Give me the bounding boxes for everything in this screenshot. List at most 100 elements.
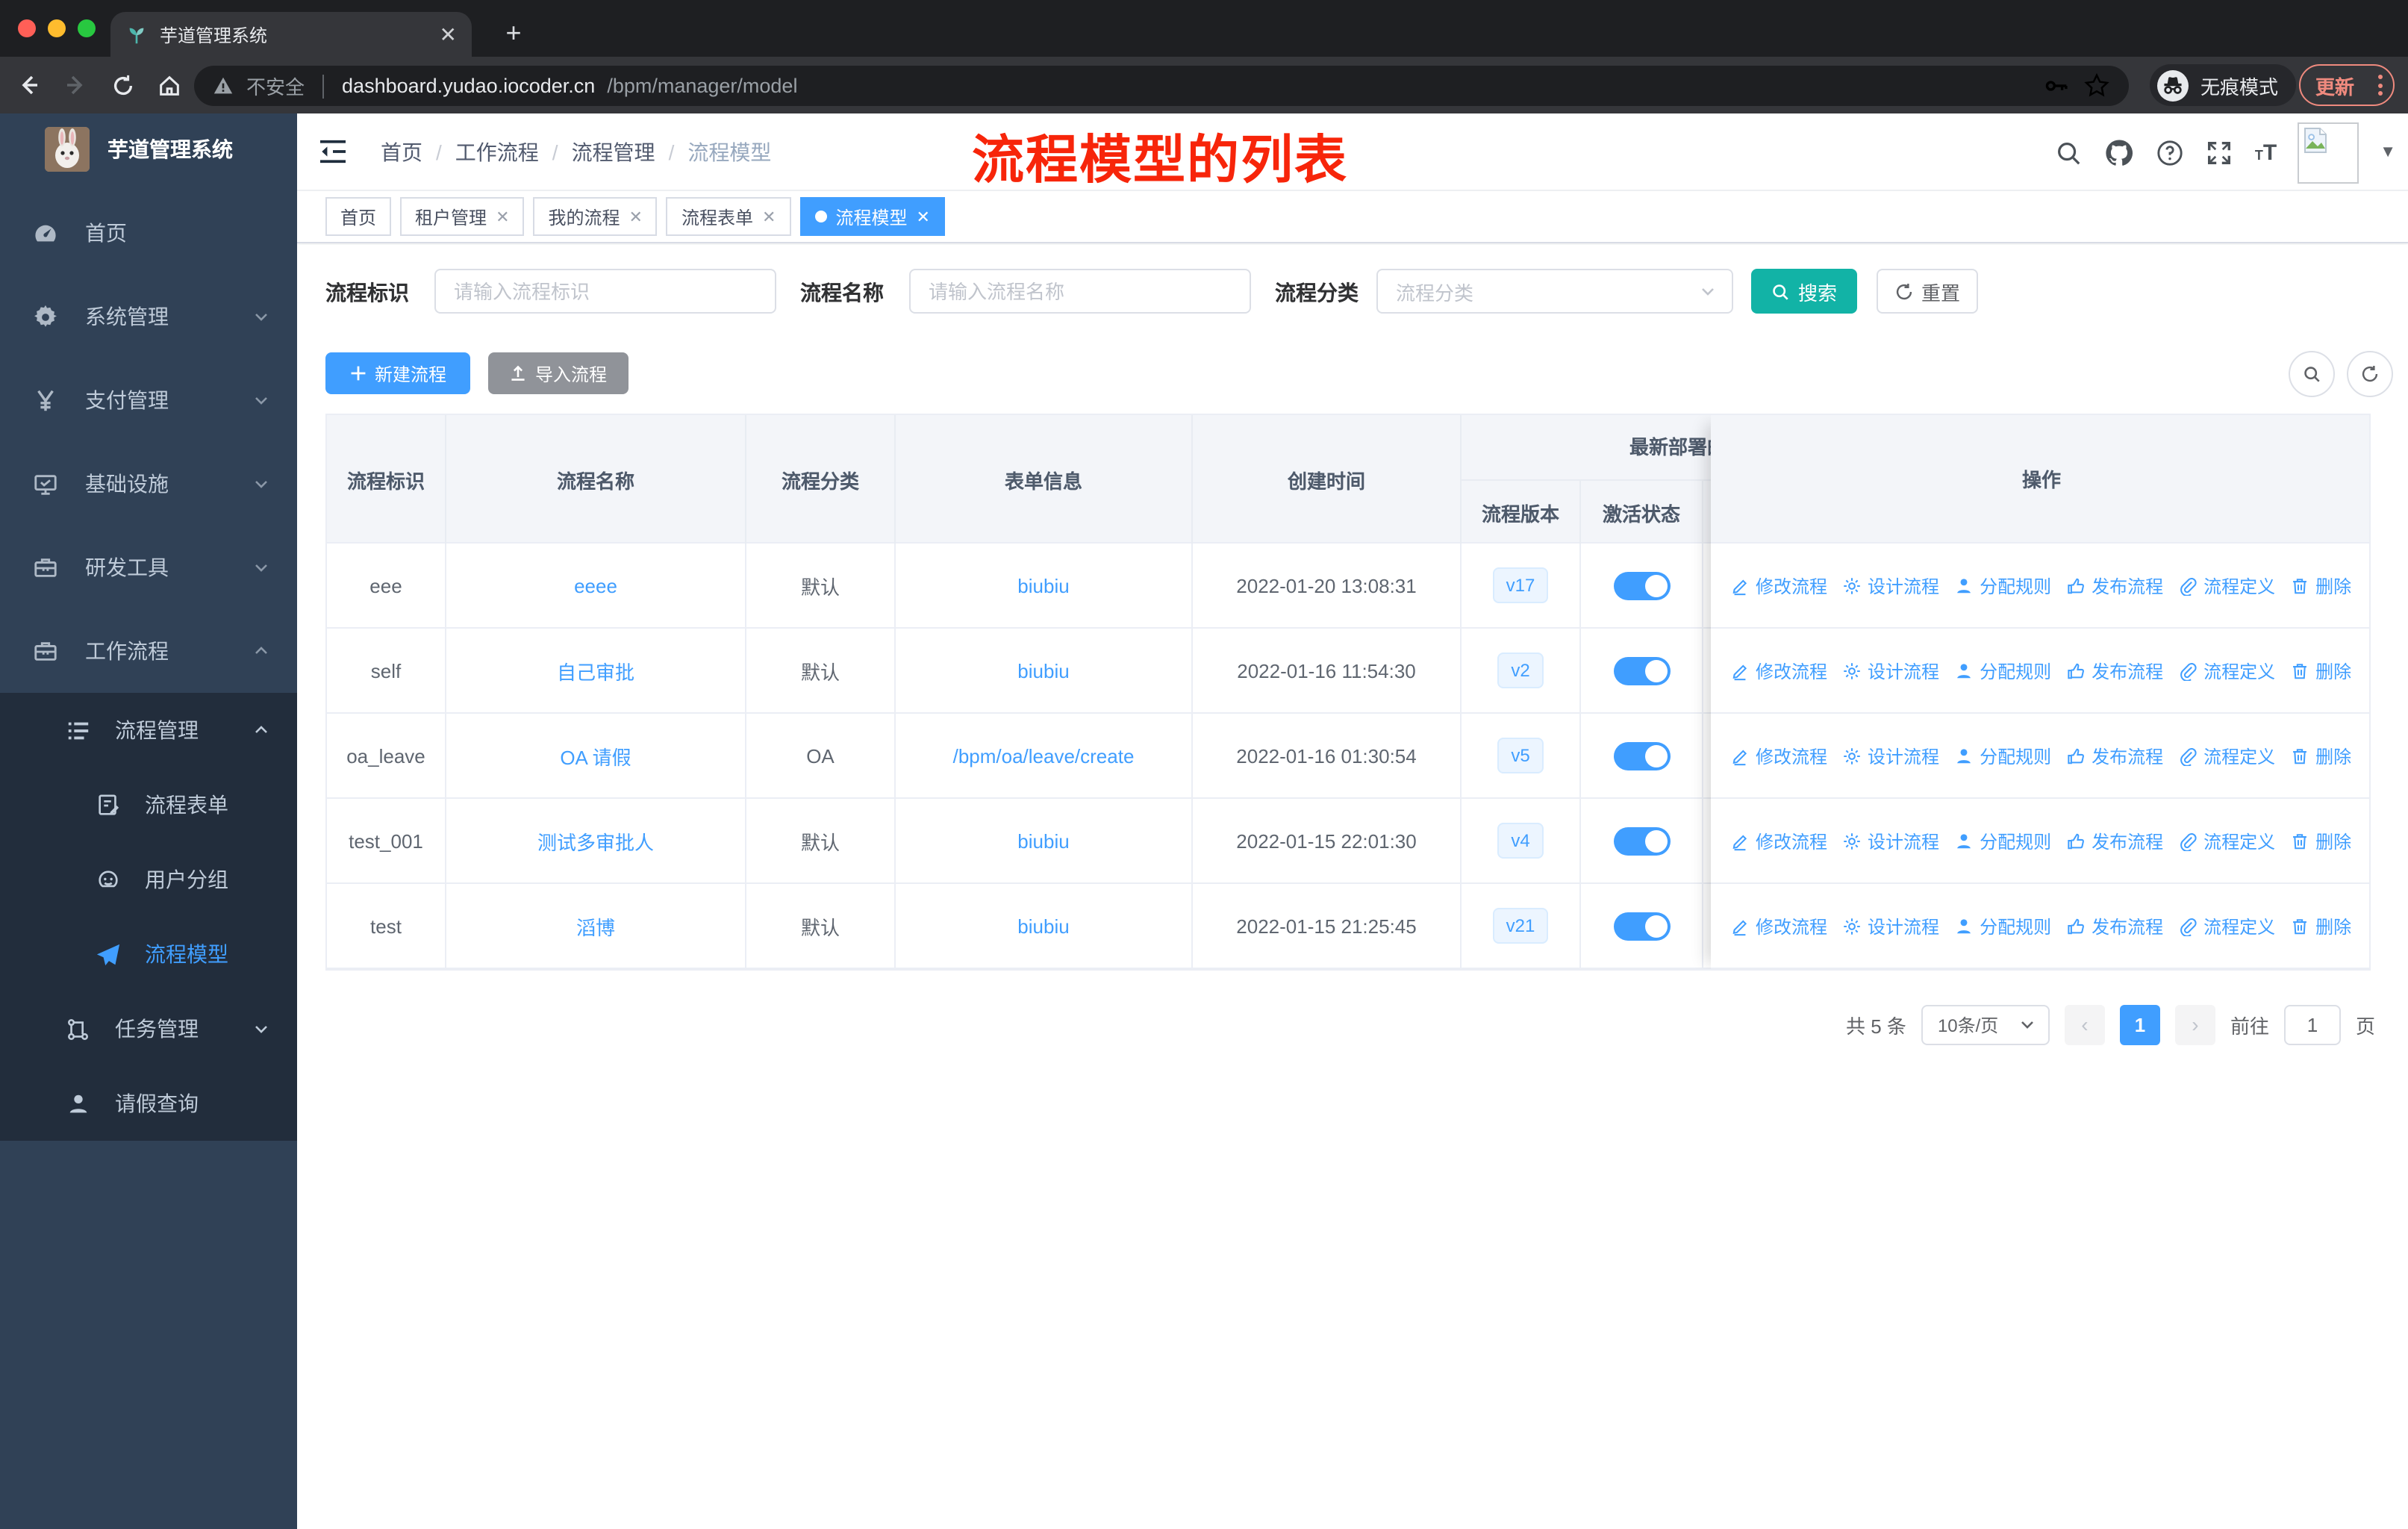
table-search-toggle-button[interactable] — [2289, 351, 2335, 397]
fullscreen-icon[interactable] — [2206, 138, 2234, 166]
sidebar-item-process-model[interactable]: 流程模型 — [0, 917, 297, 991]
page-size-select[interactable]: 10条/页 — [1921, 1004, 2050, 1044]
tag-close-icon[interactable]: ✕ — [629, 207, 643, 226]
sidebar-item-home[interactable]: 首页 — [0, 191, 297, 275]
tag-process-model-active[interactable]: 流程模型 ✕ — [799, 197, 945, 236]
action-definition-link[interactable]: 流程定义 — [2178, 658, 2275, 683]
create-process-button[interactable]: 新建流程 — [325, 352, 470, 394]
tab-close-icon[interactable]: ✕ — [440, 22, 457, 47]
tag-process-form[interactable]: 流程表单 ✕ — [666, 197, 791, 236]
process-name-link[interactable]: 滔博 — [576, 912, 615, 940]
form-info-link[interactable]: biubiu — [1017, 829, 1069, 852]
minimize-window-button[interactable] — [48, 19, 66, 37]
tag-close-icon[interactable]: ✕ — [496, 207, 509, 226]
address-bar[interactable]: 不安全 dashboard.yudao.iocoder.cn/bpm/manag… — [194, 66, 2129, 106]
goto-page-input[interactable] — [2283, 1004, 2341, 1044]
action-modify-link[interactable]: 修改流程 — [1730, 743, 1827, 768]
action-delete-link[interactable]: 删除 — [2290, 573, 2351, 598]
sidebar-item-system[interactable]: 系统管理 — [0, 275, 297, 358]
category-select[interactable]: 流程分类 — [1376, 269, 1733, 314]
github-icon[interactable] — [2104, 137, 2136, 168]
action-assign-rule-link[interactable]: 分配规则 — [1954, 913, 2051, 938]
action-design-link[interactable]: 设计流程 — [1842, 743, 1939, 768]
import-process-button[interactable]: 导入流程 — [488, 352, 628, 394]
form-info-link[interactable]: biubiu — [1017, 915, 1069, 937]
tag-close-icon[interactable]: ✕ — [762, 207, 776, 226]
action-assign-rule-link[interactable]: 分配规则 — [1954, 743, 2051, 768]
active-toggle[interactable] — [1613, 571, 1670, 600]
sidebar-item-devtools[interactable]: 研发工具 — [0, 526, 297, 609]
font-size-icon[interactable]: TT — [2255, 140, 2277, 165]
action-design-link[interactable]: 设计流程 — [1842, 658, 1939, 683]
tag-tenant[interactable]: 租户管理 ✕ — [400, 197, 525, 236]
process-name-link[interactable]: 测试多审批人 — [537, 826, 654, 855]
reload-icon[interactable] — [110, 72, 136, 98]
breadcrumb-home[interactable]: 首页 — [381, 137, 422, 166]
prev-page-button[interactable]: ‹ — [2064, 1004, 2105, 1044]
action-delete-link[interactable]: 删除 — [2290, 743, 2351, 768]
browser-tab[interactable]: 芋道管理系统 ✕ — [110, 12, 472, 57]
reset-button[interactable]: 重置 — [1877, 269, 1978, 314]
action-modify-link[interactable]: 修改流程 — [1730, 828, 1827, 853]
next-page-button[interactable]: › — [2174, 1004, 2215, 1044]
user-avatar[interactable] — [2298, 122, 2359, 183]
form-info-link[interactable]: biubiu — [1017, 659, 1069, 682]
action-definition-link[interactable]: 流程定义 — [2178, 828, 2275, 853]
sidebar-item-leave-query[interactable]: 请假查询 — [0, 1066, 297, 1141]
bookmark-star-icon[interactable] — [2083, 72, 2111, 100]
process-name-input[interactable] — [909, 269, 1251, 314]
active-toggle[interactable] — [1613, 912, 1670, 940]
avatar-caret-icon[interactable]: ▼ — [2380, 143, 2396, 161]
action-modify-link[interactable]: 修改流程 — [1730, 573, 1827, 598]
browser-update-button[interactable]: 更新 — [2299, 64, 2395, 106]
tag-home[interactable]: 首页 — [325, 197, 392, 236]
key-icon[interactable] — [2042, 72, 2071, 100]
sidebar-fold-icon[interactable] — [318, 139, 348, 164]
sidebar-item-process-management[interactable]: 流程管理 — [0, 693, 297, 767]
action-publish-link[interactable]: 发布流程 — [2066, 743, 2163, 768]
action-delete-link[interactable]: 删除 — [2290, 913, 2351, 938]
active-toggle[interactable] — [1613, 826, 1670, 855]
process-name-link[interactable]: 自己审批 — [557, 656, 634, 685]
page-1-button[interactable]: 1 — [2119, 1004, 2160, 1044]
sidebar-item-workflow[interactable]: 工作流程 — [0, 609, 297, 693]
close-window-button[interactable] — [18, 19, 36, 37]
action-assign-rule-link[interactable]: 分配规则 — [1954, 658, 2051, 683]
active-toggle[interactable] — [1613, 656, 1670, 685]
sidebar-item-payment[interactable]: 支付管理 — [0, 358, 297, 442]
active-toggle[interactable] — [1613, 741, 1670, 770]
action-definition-link[interactable]: 流程定义 — [2178, 743, 2275, 768]
home-icon[interactable] — [157, 72, 182, 98]
action-delete-link[interactable]: 删除 — [2290, 828, 2351, 853]
process-name-link[interactable]: eeee — [574, 574, 617, 597]
process-key-input[interactable] — [434, 269, 776, 314]
action-modify-link[interactable]: 修改流程 — [1730, 658, 1827, 683]
action-publish-link[interactable]: 发布流程 — [2066, 573, 2163, 598]
sidebar-item-user-group[interactable]: 用户分组 — [0, 842, 297, 917]
help-icon[interactable] — [2156, 138, 2185, 166]
maximize-window-button[interactable] — [78, 19, 96, 37]
process-name-link[interactable]: OA 请假 — [560, 741, 631, 770]
action-design-link[interactable]: 设计流程 — [1842, 828, 1939, 853]
sidebar-item-task-management[interactable]: 任务管理 — [0, 991, 297, 1066]
action-assign-rule-link[interactable]: 分配规则 — [1954, 573, 2051, 598]
action-modify-link[interactable]: 修改流程 — [1730, 913, 1827, 938]
form-info-link[interactable]: /bpm/oa/leave/create — [953, 744, 1135, 767]
back-icon[interactable] — [15, 72, 42, 99]
action-assign-rule-link[interactable]: 分配规则 — [1954, 828, 2051, 853]
action-publish-link[interactable]: 发布流程 — [2066, 828, 2163, 853]
form-info-link[interactable]: biubiu — [1017, 574, 1069, 597]
breadcrumb-workflow[interactable]: 工作流程 — [422, 137, 539, 166]
tag-close-icon[interactable]: ✕ — [916, 207, 929, 226]
new-tab-button[interactable]: + — [493, 12, 534, 54]
action-publish-link[interactable]: 发布流程 — [2066, 913, 2163, 938]
action-design-link[interactable]: 设计流程 — [1842, 913, 1939, 938]
search-icon[interactable] — [2055, 138, 2083, 166]
search-button[interactable]: 搜索 — [1751, 269, 1857, 314]
action-definition-link[interactable]: 流程定义 — [2178, 913, 2275, 938]
browser-menu-icon[interactable] — [2378, 75, 2383, 96]
sidebar-item-process-form[interactable]: 流程表单 — [0, 767, 297, 842]
sidebar-item-infrastructure[interactable]: 基础设施 — [0, 442, 297, 526]
action-definition-link[interactable]: 流程定义 — [2178, 573, 2275, 598]
action-publish-link[interactable]: 发布流程 — [2066, 658, 2163, 683]
